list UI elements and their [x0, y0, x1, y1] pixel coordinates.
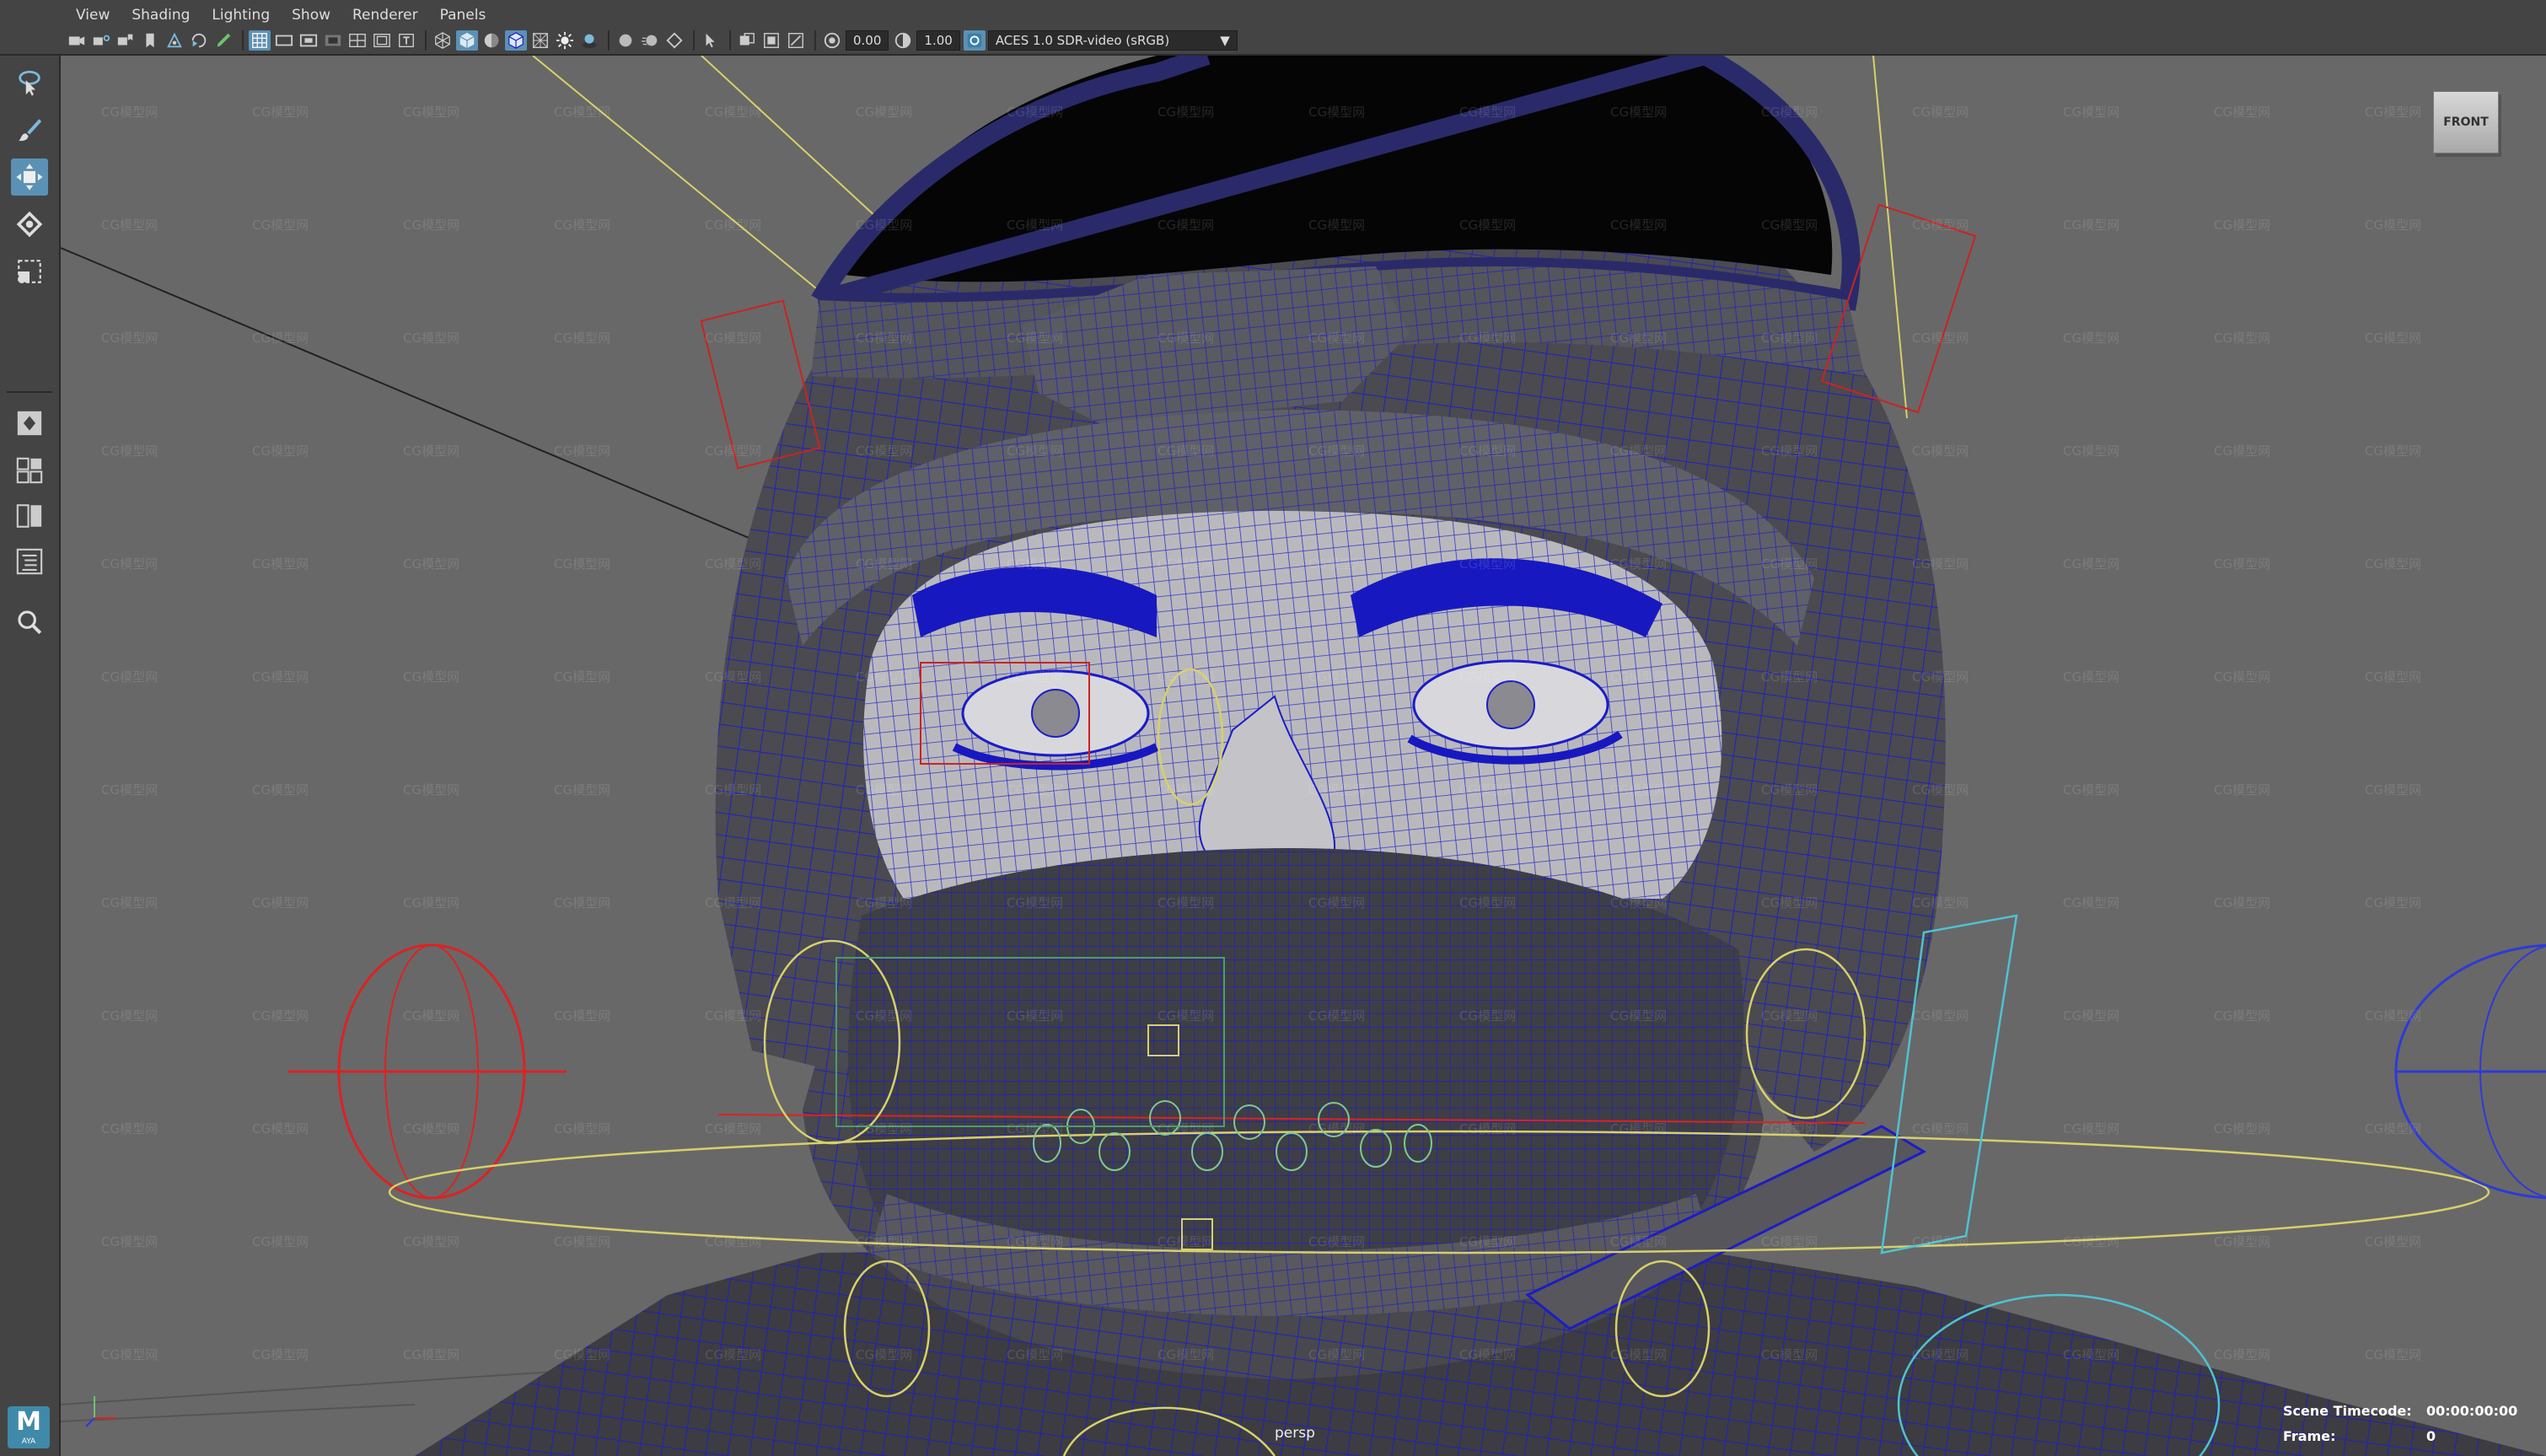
toolbar-separator	[608, 30, 610, 51]
gamma-field[interactable]: 1.00	[916, 30, 960, 51]
film-gate-icon[interactable]	[273, 30, 295, 51]
scale-tool-icon[interactable]	[11, 253, 48, 290]
maya-logo-subtext: AYA	[21, 1437, 36, 1446]
right-iris	[1486, 680, 1535, 729]
viewcube[interactable]: FRONT	[2433, 91, 2499, 153]
wireframe-on-shaded-icon[interactable]	[505, 30, 527, 51]
default-material-icon[interactable]	[481, 30, 502, 51]
panel-menubar: View Shading Lighting Show Renderer Panels	[0, 0, 2546, 56]
timecode-label: Scene Timecode:	[2283, 1403, 2412, 1419]
exposure-icon[interactable]	[821, 30, 843, 51]
toolbar-separator	[729, 30, 731, 51]
two-d-pan-zoom-icon[interactable]	[188, 30, 210, 51]
toolbox: M AYA	[0, 0, 61, 1456]
resolution-gate-icon[interactable]	[298, 30, 320, 51]
toolbar-separator	[693, 30, 695, 51]
chevron-down-icon: ▼	[1220, 33, 1230, 48]
outliner-layout-icon[interactable]	[11, 543, 48, 580]
smooth-shade-icon[interactable]	[456, 30, 478, 51]
highlight-selection-icon[interactable]	[785, 30, 807, 51]
toolbar-separator	[425, 30, 427, 51]
isolate-select-icon[interactable]	[700, 30, 722, 51]
single-perspective-layout-icon[interactable]	[11, 405, 48, 442]
rotate-tool-icon[interactable]	[11, 206, 48, 243]
toolbar-separator	[814, 30, 816, 51]
field-chart-icon[interactable]	[346, 30, 368, 51]
lasso-tool-icon[interactable]	[11, 64, 48, 101]
panel-toolbar: 0.00 1.00 ACES 1.0 SDR-video (sRGB) ▼	[66, 27, 1241, 54]
motion-blur-icon[interactable]	[639, 30, 661, 51]
gamma-icon[interactable]	[892, 30, 914, 51]
xray-icon[interactable]	[529, 30, 551, 51]
maya-logo: M AYA	[8, 1406, 50, 1448]
camera-attributes-icon[interactable]	[90, 30, 112, 51]
camera-icon[interactable]	[66, 30, 88, 51]
viewport-persp[interactable]: CG模型网 CG模型网 CG模型网 CG模型网 CG模型网 CG模型网 CG模型网 CG模型网…	[61, 56, 2546, 1456]
frame-all-icon[interactable]	[736, 30, 758, 51]
toolbar-separator	[242, 30, 244, 51]
paint-select-tool-icon[interactable]	[11, 111, 48, 148]
bookmark-camera-icon[interactable]	[115, 30, 137, 51]
frame-label: Frame:	[2283, 1428, 2336, 1444]
ambient-occlusion-icon[interactable]	[615, 30, 636, 51]
left-iris	[1031, 689, 1080, 738]
two-view-layout-icon[interactable]	[11, 497, 48, 535]
search-icon[interactable]	[11, 604, 48, 641]
shadows-icon[interactable]	[578, 30, 600, 51]
bookmark-icon[interactable]	[139, 30, 161, 51]
four-view-layout-icon[interactable]	[11, 452, 48, 489]
anti-aliasing-icon[interactable]	[663, 30, 685, 51]
toolbox-divider	[7, 391, 52, 393]
grid-icon[interactable]	[249, 30, 271, 51]
exposure-field[interactable]: 0.00	[846, 30, 889, 51]
camera-label: persp	[1275, 1425, 1315, 1442]
wireframe-icon[interactable]	[432, 30, 454, 51]
frame-value: 0	[2426, 1428, 2436, 1444]
color-management-select[interactable]: ACES 1.0 SDR-video (sRGB) ▼	[987, 30, 1238, 51]
timecode-value: 00:00:00:00	[2426, 1403, 2518, 1419]
frame-selected-icon[interactable]	[760, 30, 782, 51]
safe-title-icon[interactable]	[395, 30, 417, 51]
use-all-lights-icon[interactable]	[554, 30, 576, 51]
grease-pencil-icon[interactable]	[212, 30, 234, 51]
maya-logo-letter: M	[16, 1407, 41, 1437]
move-tool-icon[interactable]	[11, 158, 48, 196]
safe-action-icon[interactable]	[371, 30, 393, 51]
scene-wireframe[interactable]	[61, 56, 2546, 1456]
gate-mask-icon[interactable]	[322, 30, 344, 51]
color-management-value: ACES 1.0 SDR-video (sRGB)	[995, 33, 1170, 48]
image-plane-icon[interactable]	[164, 30, 185, 51]
color-management-icon[interactable]	[963, 30, 986, 51]
